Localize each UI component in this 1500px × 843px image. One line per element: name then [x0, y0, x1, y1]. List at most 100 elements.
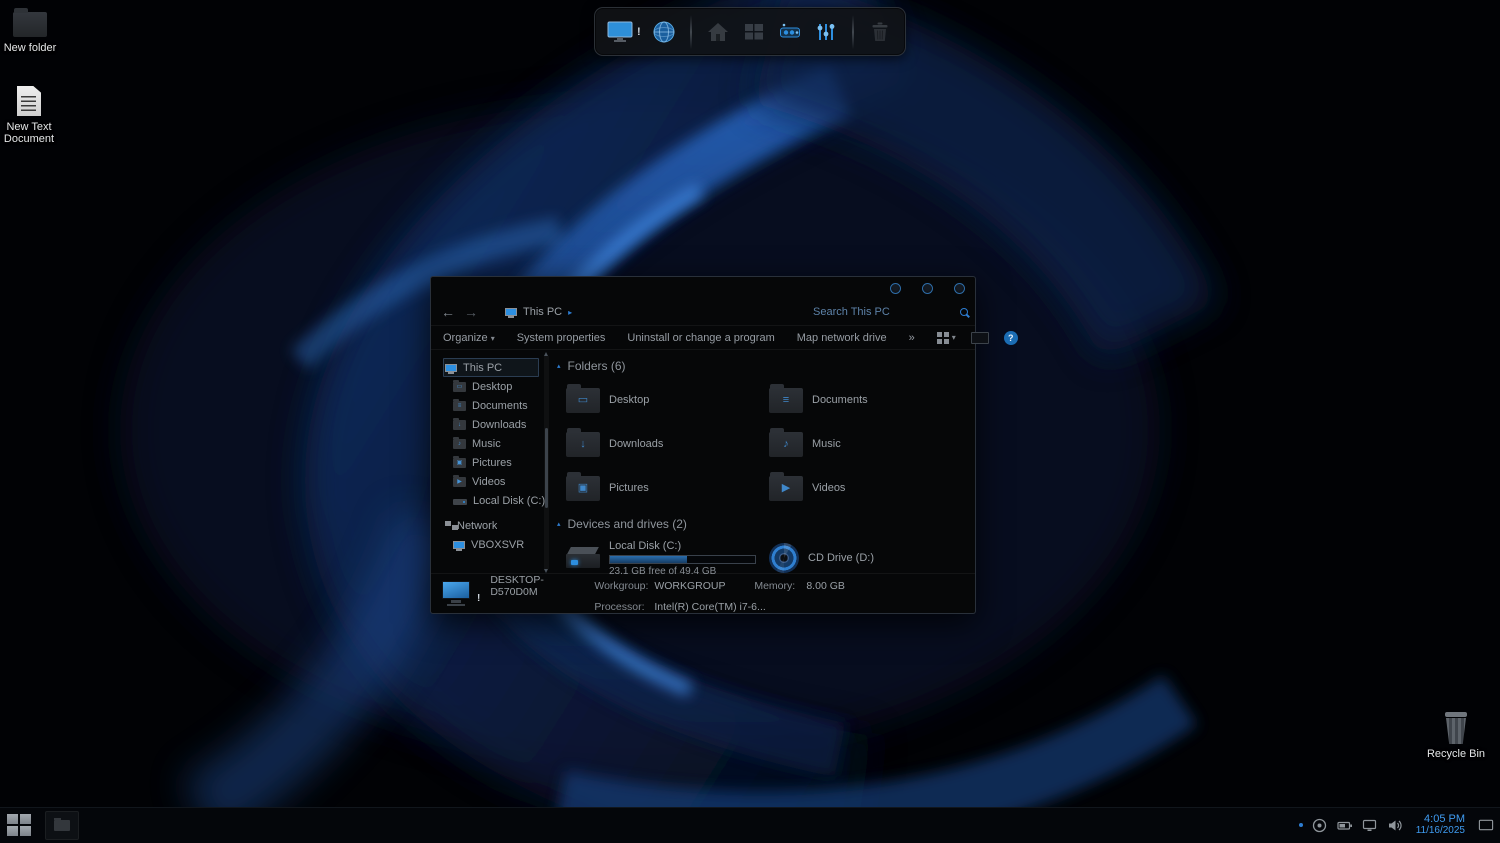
search-input[interactable]	[813, 306, 955, 318]
folder-tile-videos[interactable]: ▶ Videos	[769, 470, 972, 506]
sidebar-item-videos[interactable]: ▶ Videos	[443, 472, 549, 491]
sidebar-item-local-disk-c[interactable]: Local Disk (C:)	[443, 491, 549, 510]
drive-tile-local-disk-c[interactable]: Local Disk (C:) 23.1 GB free of 49.4 GB	[566, 540, 769, 575]
memory-value: 8.00 GB	[806, 580, 845, 592]
home-icon[interactable]	[705, 19, 731, 45]
desktop-icon-label: New folder	[0, 42, 66, 54]
navigation-pane: This PC ▭ Desktop ≡ Documents ↓ Download…	[431, 350, 549, 575]
battery-icon[interactable]	[1337, 817, 1353, 833]
monitor-icon[interactable]	[607, 19, 633, 45]
windows-icon[interactable]	[741, 19, 767, 45]
navigation-bar: ← → This PC ▸	[431, 299, 975, 325]
system-details: DESKTOP-D570D0M Workgroup: WORKGROUP Mem…	[490, 574, 845, 613]
folder-icon: ♪	[769, 432, 803, 457]
folder-icon: ≡	[769, 388, 803, 413]
cd-drive-icon	[769, 543, 799, 573]
map-network-drive-button[interactable]: Map network drive	[797, 332, 887, 344]
titlebar[interactable]	[431, 277, 975, 299]
taskbar-item-explorer[interactable]	[45, 811, 79, 840]
volume-icon[interactable]	[1387, 817, 1403, 833]
sliders-icon[interactable]	[813, 19, 839, 45]
sidebar-item-documents[interactable]: ≡ Documents	[443, 396, 549, 415]
folder-tile-downloads[interactable]: ↓ Downloads	[566, 426, 769, 462]
window-controls	[890, 283, 965, 294]
breadcrumb-root[interactable]: This PC	[523, 306, 562, 318]
search-box[interactable]	[813, 306, 965, 318]
search-icon[interactable]	[960, 308, 968, 316]
capacity-bar	[609, 555, 756, 564]
scroll-up-icon[interactable]	[544, 352, 548, 356]
start-button[interactable]	[7, 814, 33, 838]
drive-tile-cd-d[interactable]: CD Drive (D:)	[769, 540, 972, 575]
folder-icon: ↓	[453, 420, 466, 430]
devices-icon[interactable]	[777, 19, 803, 45]
drive-label: Local Disk (C:)	[609, 540, 756, 552]
action-center-icon[interactable]	[1478, 817, 1494, 833]
folders-section-header[interactable]: ▴ Folders (6)	[566, 358, 967, 374]
sidebar-item-this-pc[interactable]: This PC	[443, 358, 539, 377]
details-pane: ! DESKTOP-D570D0M Workgroup: WORKGROUP M…	[431, 573, 975, 613]
system-tray: 4:05 PM 11/16/2025	[1299, 807, 1494, 843]
system-properties-button[interactable]: System properties	[517, 332, 606, 344]
devices-section-header[interactable]: ▴ Devices and drives (2)	[566, 516, 967, 532]
folders-grid: ▭ Desktop ≡ Documents ↓ Downloads ♪ Musi…	[566, 382, 967, 506]
preview-pane-button[interactable]	[971, 332, 989, 344]
section-title[interactable]: Devices and drives (2)	[568, 517, 687, 531]
dock-divider	[852, 15, 854, 49]
minimize-button[interactable]	[890, 283, 901, 294]
desktop-icon-recycle-bin[interactable]: Recycle Bin	[1420, 712, 1492, 760]
folder-icon: ↓	[566, 432, 600, 457]
collapse-icon[interactable]: ▴	[557, 362, 561, 370]
computer-icon	[445, 364, 457, 372]
computer-icon	[441, 581, 473, 607]
sidebar-item-vboxsvr[interactable]: VBOXSVR	[443, 535, 549, 554]
back-button[interactable]: ←	[441, 305, 455, 319]
organize-button[interactable]: Organize ▾	[443, 332, 495, 344]
folder-tile-documents[interactable]: ≡ Documents	[769, 382, 972, 418]
computer-icon	[505, 308, 517, 316]
memory-label: Memory:	[754, 580, 802, 592]
breadcrumb[interactable]: This PC ▸	[505, 306, 572, 318]
folder-icon	[54, 820, 70, 831]
sidebar-item-pictures[interactable]: ▣ Pictures	[443, 453, 549, 472]
folder-tile-desktop[interactable]: ▭ Desktop	[566, 382, 769, 418]
chevron-right-icon[interactable]: ▸	[568, 308, 572, 317]
change-view-button[interactable]: ▾	[937, 332, 956, 344]
desktop-icon-new-folder[interactable]: New folder	[0, 12, 66, 54]
hidden-icons-button[interactable]	[1299, 823, 1303, 827]
folder-tile-music[interactable]: ♪ Music	[769, 426, 972, 462]
clock-tray-icon[interactable]	[1312, 817, 1328, 833]
forward-button[interactable]: →	[464, 305, 478, 319]
scrollbar-thumb[interactable]	[545, 428, 548, 508]
network-icon[interactable]	[1362, 817, 1378, 833]
globe-icon[interactable]	[651, 19, 677, 45]
chevron-down-icon: ▾	[491, 334, 495, 343]
desktop-icon-label: New Text Document	[0, 121, 65, 145]
dock-divider	[690, 15, 692, 49]
taskbar-clock[interactable]: 4:05 PM 11/16/2025	[1412, 813, 1469, 837]
trash-icon[interactable]	[867, 19, 893, 45]
alert-icon: !	[637, 26, 641, 38]
help-button[interactable]: ?	[1004, 331, 1018, 345]
maximize-button[interactable]	[922, 283, 933, 294]
uninstall-program-button[interactable]: Uninstall or change a program	[627, 332, 774, 344]
command-bar: Organize ▾ System properties Uninstall o…	[431, 325, 975, 350]
desktop-icon-new-text-document[interactable]: New Text Document	[0, 86, 65, 145]
folder-icon: ♪	[453, 439, 466, 449]
desktop-icon-label: Recycle Bin	[1420, 748, 1492, 760]
toolbar-overflow-button[interactable]: »	[909, 332, 915, 344]
computer-icon	[453, 541, 465, 549]
collapse-icon[interactable]: ▴	[557, 520, 561, 528]
sidebar-item-downloads[interactable]: ↓ Downloads	[443, 415, 549, 434]
sidebar-item-music[interactable]: ♪ Music	[443, 434, 549, 453]
sidebar-item-desktop[interactable]: ▭ Desktop	[443, 377, 549, 396]
section-title[interactable]: Folders (6)	[568, 359, 626, 373]
organize-label: Organize	[443, 332, 488, 344]
sidebar-item-network[interactable]: Network	[443, 516, 549, 535]
folder-tile-pictures[interactable]: ▣ Pictures	[566, 470, 769, 506]
computer-name: DESKTOP-D570D0M	[490, 574, 590, 598]
folder-icon: ▭	[566, 388, 600, 413]
close-button[interactable]	[954, 283, 965, 294]
folder-icon: ▶	[453, 477, 466, 487]
desktop: New folder New Text Document Recycle Bin…	[0, 0, 1500, 843]
